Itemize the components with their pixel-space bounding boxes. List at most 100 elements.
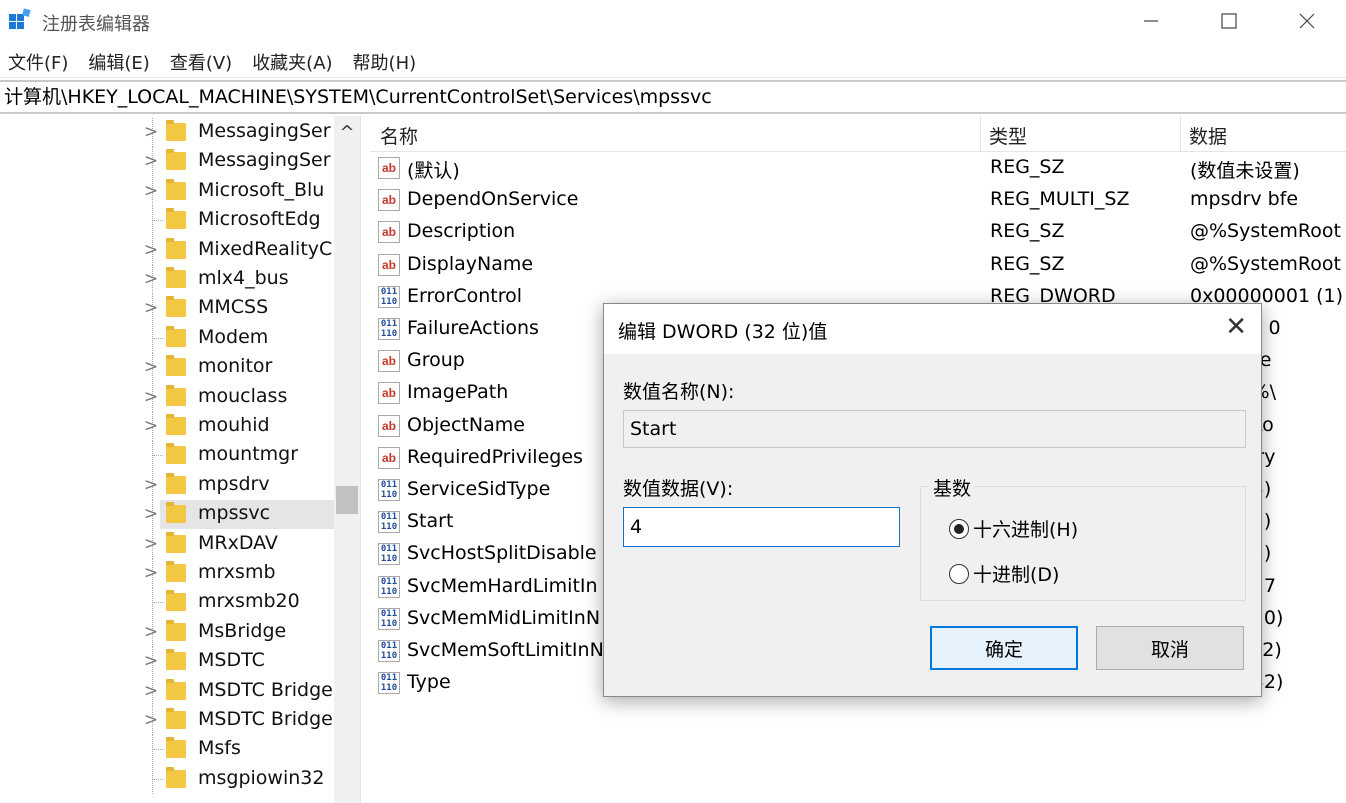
menu-favorites[interactable]: 收藏夹(A): [252, 49, 332, 75]
string-value-icon: ab: [378, 414, 400, 437]
value-data: (数值未设置): [1190, 160, 1300, 182]
expand-chevron-icon[interactable]: >: [142, 357, 160, 377]
value-row[interactable]: ab DisplayName REG_SZ @%SystemRoot: [370, 249, 1346, 281]
maximize-button[interactable]: [1190, 0, 1268, 42]
cancel-button[interactable]: 取消: [1096, 626, 1244, 670]
folder-icon: [166, 678, 186, 700]
tree-item[interactable]: > monitor: [0, 353, 334, 383]
tree-guide-line: [153, 749, 163, 751]
expand-chevron-icon[interactable]: >: [142, 651, 160, 671]
expand-chevron-icon[interactable]: >: [142, 298, 160, 318]
tree-item[interactable]: > mrxsmb: [0, 559, 334, 588]
value-name: SvcHostSplitDisable: [407, 542, 597, 565]
radio-selected-icon[interactable]: [949, 518, 969, 539]
value-name: RequiredPrivileges: [407, 445, 583, 468]
menu-file[interactable]: 文件(F): [8, 49, 68, 75]
tree-item[interactable]: Msfs: [0, 735, 334, 765]
expand-chevron-icon[interactable]: >: [142, 181, 160, 201]
radio-dec[interactable]: 十进制(D): [949, 560, 1059, 587]
expand-chevron-icon[interactable]: >: [142, 504, 160, 524]
tree-guide-line: [153, 778, 163, 780]
pane-splitter[interactable]: [360, 116, 370, 803]
value-name: SvcMemMidLimitInN: [407, 606, 601, 629]
tree-item[interactable]: Modem: [0, 323, 334, 353]
tree-item[interactable]: > mouhid: [0, 412, 334, 441]
tree-item[interactable]: > MsBridge: [0, 617, 334, 647]
expand-chevron-icon[interactable]: >: [142, 240, 160, 260]
tree-item-label: mlx4_bus: [198, 267, 289, 289]
expand-chevron-icon[interactable]: >: [142, 122, 160, 142]
dialog-close-icon[interactable]: ✕: [1225, 312, 1247, 342]
tree-item[interactable]: > MRxDAV: [0, 529, 334, 559]
tree-item[interactable]: > MessagingSer: [0, 147, 334, 177]
column-header-name[interactable]: 名称: [380, 122, 418, 149]
folder-icon: [166, 325, 186, 347]
folder-icon: [166, 737, 186, 759]
tree-item-label: MSDTC: [198, 649, 265, 672]
tree-item-label: MsBridge: [198, 619, 287, 642]
tree-scrollbar[interactable]: ^: [334, 116, 360, 803]
expand-chevron-icon[interactable]: >: [142, 563, 160, 583]
expand-chevron-icon[interactable]: >: [142, 475, 160, 495]
binary-value-icon: 011 110: [378, 640, 400, 662]
tree-item[interactable]: mountmgr: [0, 441, 334, 471]
menu-edit[interactable]: 编辑(E): [88, 49, 149, 75]
folder-icon: [166, 502, 186, 524]
menu-view[interactable]: 查看(V): [170, 49, 232, 75]
radio-dec-label: 十进制(D): [973, 564, 1060, 586]
dialog-title: 编辑 DWORD (32 位)值: [618, 321, 828, 343]
minimize-icon: [1144, 20, 1158, 22]
tree-item[interactable]: > MSDTC Bridge: [0, 706, 334, 735]
close-window-button[interactable]: [1268, 0, 1346, 42]
expand-chevron-icon[interactable]: >: [142, 269, 160, 289]
tree-item[interactable]: MicrosoftEdg: [0, 206, 334, 236]
tree-item[interactable]: msgpiowin32: [0, 764, 334, 794]
expand-chevron-icon[interactable]: >: [142, 534, 160, 554]
tree-item[interactable]: > MessagingSer: [0, 118, 334, 147]
column-header-data[interactable]: 数据: [1180, 116, 1227, 152]
string-value-icon: ab: [378, 221, 400, 244]
address-bar[interactable]: 计算机\HKEY_LOCAL_MACHINE\SYSTEM\CurrentCon…: [0, 80, 1346, 114]
value-name: SvcMemHardLimitIn: [407, 574, 598, 597]
tree-item[interactable]: > mlx4_bus: [0, 265, 334, 294]
expand-chevron-icon[interactable]: >: [142, 151, 160, 171]
expand-chevron-icon[interactable]: >: [142, 710, 160, 730]
tree-item-label: mrxsmb20: [198, 590, 300, 613]
tree-item-label: mouclass: [198, 384, 288, 407]
value-name: ImagePath: [407, 381, 509, 404]
tree-item[interactable]: > Microsoft_Blu: [0, 176, 334, 206]
tree-item[interactable]: > mouclass: [0, 382, 334, 412]
value-row[interactable]: ab (默认) REG_SZ (数值未设置): [370, 152, 1346, 184]
minimize-button[interactable]: [1112, 0, 1190, 42]
expand-chevron-icon[interactable]: >: [142, 681, 160, 701]
expand-chevron-icon[interactable]: >: [142, 622, 160, 642]
value-row[interactable]: ab DependOnService REG_MULTI_SZ mpsdrv bfe: [370, 184, 1346, 216]
tree-item[interactable]: > MMCSS: [0, 294, 334, 324]
folder-icon: [166, 208, 186, 230]
tree-scrollbar-thumb[interactable]: [336, 486, 358, 514]
value-data-input[interactable]: 4: [623, 507, 900, 547]
binary-value-icon: 011 110: [378, 575, 400, 598]
title-bar: 注册表编辑器: [0, 0, 1346, 42]
menu-help[interactable]: 帮助(H): [353, 49, 417, 75]
ok-button[interactable]: 确定: [930, 626, 1078, 670]
value-type: REG_SZ: [990, 156, 1065, 178]
tree-item[interactable]: > MSDTC: [0, 647, 334, 677]
expand-chevron-icon[interactable]: >: [142, 387, 160, 407]
tree-item[interactable]: > mpsdrv: [0, 470, 334, 500]
tree-item-label: mpsdrv: [198, 472, 270, 495]
tree-item[interactable]: > mpssvc: [0, 500, 334, 530]
folder-icon: [166, 237, 186, 259]
tree-item[interactable]: > MixedRealityC: [0, 235, 334, 265]
tree-item[interactable]: mrxsmb20: [0, 588, 334, 618]
radio-hex[interactable]: 十六进制(H): [949, 515, 1078, 542]
radio-unselected-icon[interactable]: [949, 563, 969, 584]
column-header-type[interactable]: 类型: [980, 116, 1027, 152]
value-data: @%SystemRoot: [1190, 220, 1341, 243]
value-row[interactable]: ab Description REG_SZ @%SystemRoot: [370, 216, 1346, 248]
radio-hex-label: 十六进制(H): [973, 519, 1079, 541]
binary-value-icon: 011 110: [378, 607, 400, 630]
tree-item[interactable]: > MSDTC Bridge: [0, 676, 334, 706]
expand-chevron-icon[interactable]: >: [142, 416, 160, 436]
scroll-up-icon[interactable]: ^: [334, 116, 360, 148]
